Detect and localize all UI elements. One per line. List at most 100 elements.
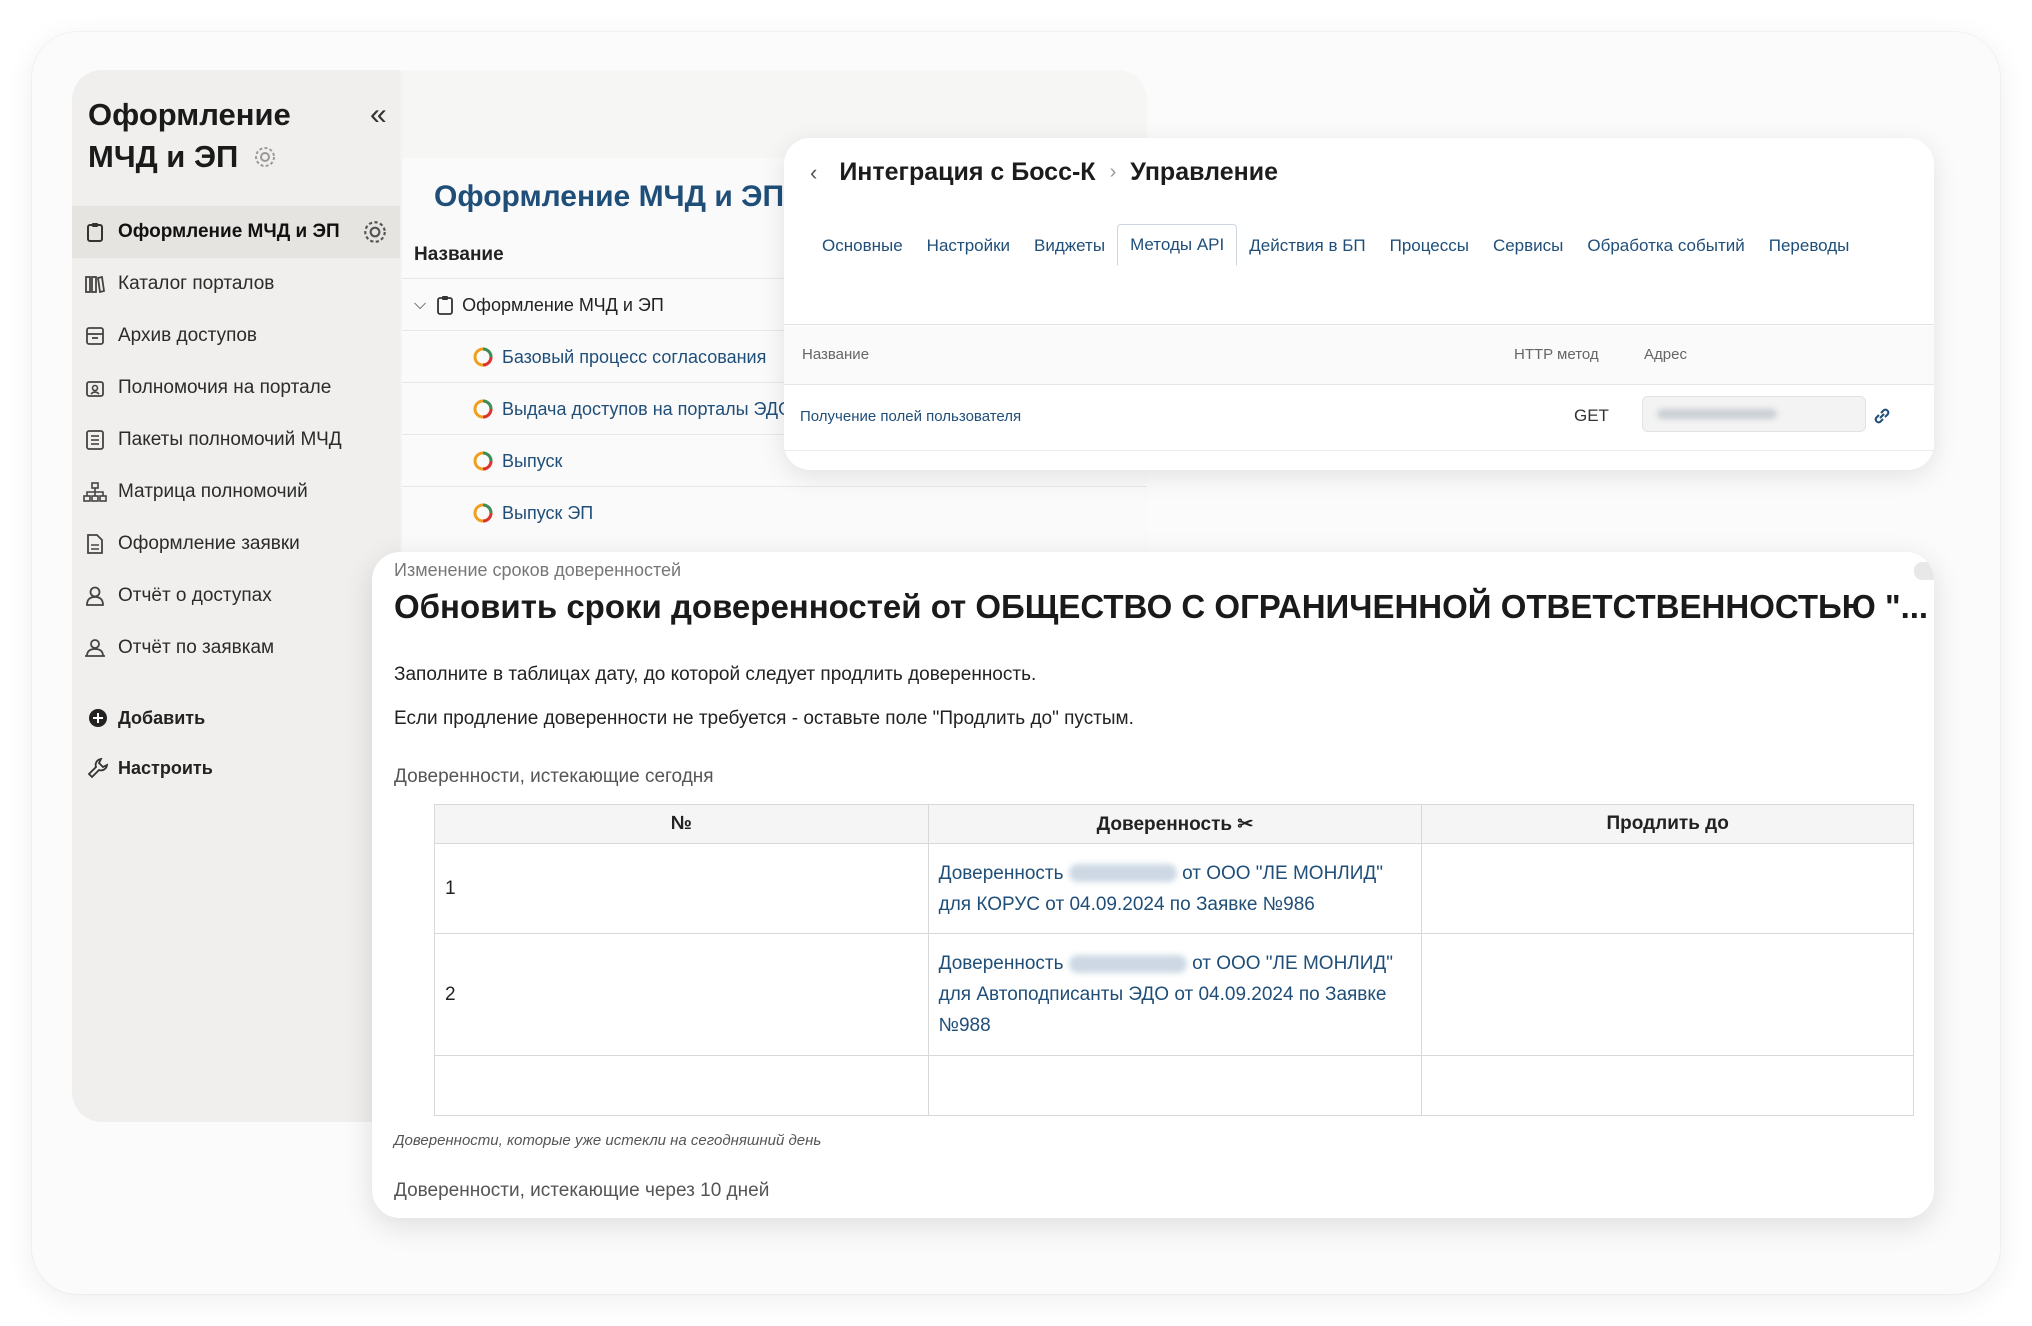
sidebar-item-label: Архив доступов	[118, 325, 258, 346]
row-number: 2	[434, 933, 929, 1056]
back-chevron-icon[interactable]: ‹	[810, 160, 817, 186]
users-icon	[82, 635, 108, 661]
badge-icon	[82, 375, 108, 401]
sidebar-item-request[interactable]: Оформление заявки	[72, 518, 400, 570]
form-instruction: Заполните в таблицах дату, до которой сл…	[394, 664, 1037, 685]
process-status-icon	[473, 399, 493, 419]
integration-panel: ‹ Интеграция с Босс-К › Управление Основ…	[784, 138, 1934, 470]
sidebar-item-label: Отчёт по заявкам	[118, 637, 275, 658]
form-panel: Изменение сроков доверенностей Обновить …	[372, 552, 1934, 1218]
scroll-indicator	[1914, 562, 1934, 580]
empty-cell[interactable]	[1421, 1055, 1914, 1116]
proxies-table: № Доверенность ✂ Продлить до 1 Доверенно…	[434, 804, 1914, 1116]
sidebar-item-requests-report[interactable]: Отчёт по заявкам	[72, 622, 400, 674]
breadcrumb: Оформление МЧД и ЭП/Б	[434, 180, 826, 214]
extend-date-input[interactable]	[1421, 933, 1914, 1056]
sidebar-item-packages[interactable]: Пакеты полномочий МЧД	[72, 414, 400, 466]
redacted-name	[1068, 954, 1187, 973]
tab-basic[interactable]: Основные	[810, 226, 915, 266]
column-header-http-method: HTTP метод	[1514, 346, 1599, 363]
column-header-extend: Продлить до	[1421, 804, 1914, 844]
tab-services[interactable]: Сервисы	[1481, 226, 1575, 266]
process-status-icon	[473, 503, 493, 523]
wrench-icon	[86, 756, 110, 780]
sidebar-item-label: Каталог порталов	[118, 273, 275, 294]
collapse-sidebar-icon[interactable]: «	[370, 98, 387, 132]
row-number: 1	[434, 843, 929, 934]
api-table-row: Получение полей пользователя GET	[784, 386, 1934, 451]
tab-processes[interactable]: Процессы	[1378, 226, 1481, 266]
hierarchy-icon	[82, 479, 108, 505]
tree-process-row[interactable]: Выпуск ЭП	[402, 486, 1147, 539]
sidebar-item-access-report[interactable]: Отчёт о доступах	[72, 570, 400, 622]
gear-icon[interactable]	[362, 219, 388, 251]
tab-translations[interactable]: Переводы	[1757, 226, 1862, 266]
sidebar-item-portal-powers[interactable]: Полномочия на портале	[72, 362, 400, 414]
integration-title[interactable]: Интеграция с Босс-К	[839, 158, 1095, 187]
tab-event-handling[interactable]: Обработка событий	[1575, 226, 1756, 266]
empty-cell	[434, 1055, 929, 1116]
form-instruction: Если продление доверенности не требуется…	[394, 708, 1134, 729]
redacted-address	[1657, 409, 1777, 419]
sidebar-item-label: Полномочия на портале	[118, 377, 332, 398]
plus-circle-icon	[86, 706, 110, 730]
column-header-name: Название	[414, 244, 504, 265]
section-title-10-days: Доверенности, истекающие через 10 дней	[394, 1180, 770, 1201]
integration-tabs: Основные Настройки Виджеты Методы API Де…	[810, 224, 1861, 266]
breadcrumb-item[interactable]: Оформление МЧД и ЭП	[434, 180, 784, 213]
sidebar: Оформление МЧД и ЭП « Оформление МЧД и Э…	[72, 70, 400, 1122]
document-icon	[82, 531, 108, 557]
extend-date-input[interactable]	[1421, 843, 1914, 934]
list-icon	[82, 427, 108, 453]
configure-button-label: Настроить	[118, 757, 213, 778]
configure-button[interactable]: Настроить	[86, 756, 213, 780]
process-status-icon	[473, 347, 493, 367]
tree-root-label: Оформление МЧД и ЭП	[462, 294, 664, 315]
empty-cell	[927, 1055, 1423, 1116]
chevron-down-icon[interactable]: ⌵	[414, 296, 426, 314]
column-header-proxy[interactable]: Доверенность ✂	[927, 804, 1423, 844]
process-label: Базовый процесс согласования	[502, 346, 767, 367]
table-row: 1 Доверенность от ООО "ЛЕ МОНЛИД" для КОР…	[434, 843, 1914, 934]
sidebar-item-archive[interactable]: Архив доступов	[72, 310, 400, 362]
process-status-icon	[473, 451, 493, 471]
proxy-link[interactable]: Доверенность от ООО "ЛЕ МОНЛИД" для КОРУС…	[927, 843, 1423, 934]
sidebar-item-catalog[interactable]: Каталог порталов	[72, 258, 400, 310]
api-address-field[interactable]	[1642, 396, 1866, 432]
table-row-empty	[434, 1055, 1914, 1116]
sidebar-item-matrix[interactable]: Матрица полномочий	[72, 466, 400, 518]
chevron-right-icon: ›	[1109, 161, 1117, 183]
sidebar-item-label: Матрица полномочий	[118, 481, 308, 502]
books-icon	[82, 271, 108, 297]
api-table-header: Название HTTP метод Адрес	[784, 326, 1934, 385]
tabs-divider	[784, 324, 1934, 325]
proxy-link[interactable]: Доверенность от ООО "ЛЕ МОНЛИД" для Автоп…	[927, 933, 1423, 1056]
process-label: Выпуск ЭП	[502, 502, 594, 523]
sidebar-item-label: Оформление МЧД и ЭП	[118, 221, 340, 242]
user-icon	[82, 583, 108, 609]
column-header-address: Адрес	[1644, 346, 1687, 363]
integration-header: ‹ Интеграция с Босс-К › Управление	[810, 158, 1278, 187]
gear-icon[interactable]	[253, 138, 277, 180]
sort-tools-icon[interactable]: ✂	[1237, 814, 1253, 835]
form-subtitle: Изменение сроков доверенностей	[394, 560, 682, 580]
tab-api-methods[interactable]: Методы API	[1117, 224, 1238, 266]
api-method-name[interactable]: Получение полей пользователя	[800, 408, 1021, 425]
clipboard-icon	[82, 219, 108, 245]
column-header-name: Название	[802, 346, 870, 363]
sidebar-item-label: Пакеты полномочий МЧД	[118, 429, 342, 450]
form-title: Обновить сроки доверенностей от ОБЩЕСТВО…	[394, 588, 1929, 625]
tab-settings[interactable]: Настройки	[915, 226, 1022, 266]
sidebar-item-mchd[interactable]: Оформление МЧД и ЭП	[72, 206, 400, 258]
table-note: Доверенности, которые уже истекли на сег…	[394, 1132, 822, 1149]
tab-widgets[interactable]: Виджеты	[1022, 226, 1117, 266]
table-row: 2 Доверенность от ООО "ЛЕ МОНЛИД" для Авт…	[434, 933, 1914, 1056]
link-icon[interactable]	[1870, 404, 1894, 433]
clipboard-icon	[436, 295, 454, 315]
tab-bp-actions[interactable]: Действия в БП	[1237, 226, 1377, 266]
column-header-number: №	[434, 804, 929, 844]
sidebar-item-label: Отчёт о доступах	[118, 585, 272, 606]
add-button[interactable]: Добавить	[86, 706, 205, 730]
archive-icon	[82, 323, 108, 349]
section-title-today: Доверенности, истекающие сегодня	[394, 766, 714, 787]
